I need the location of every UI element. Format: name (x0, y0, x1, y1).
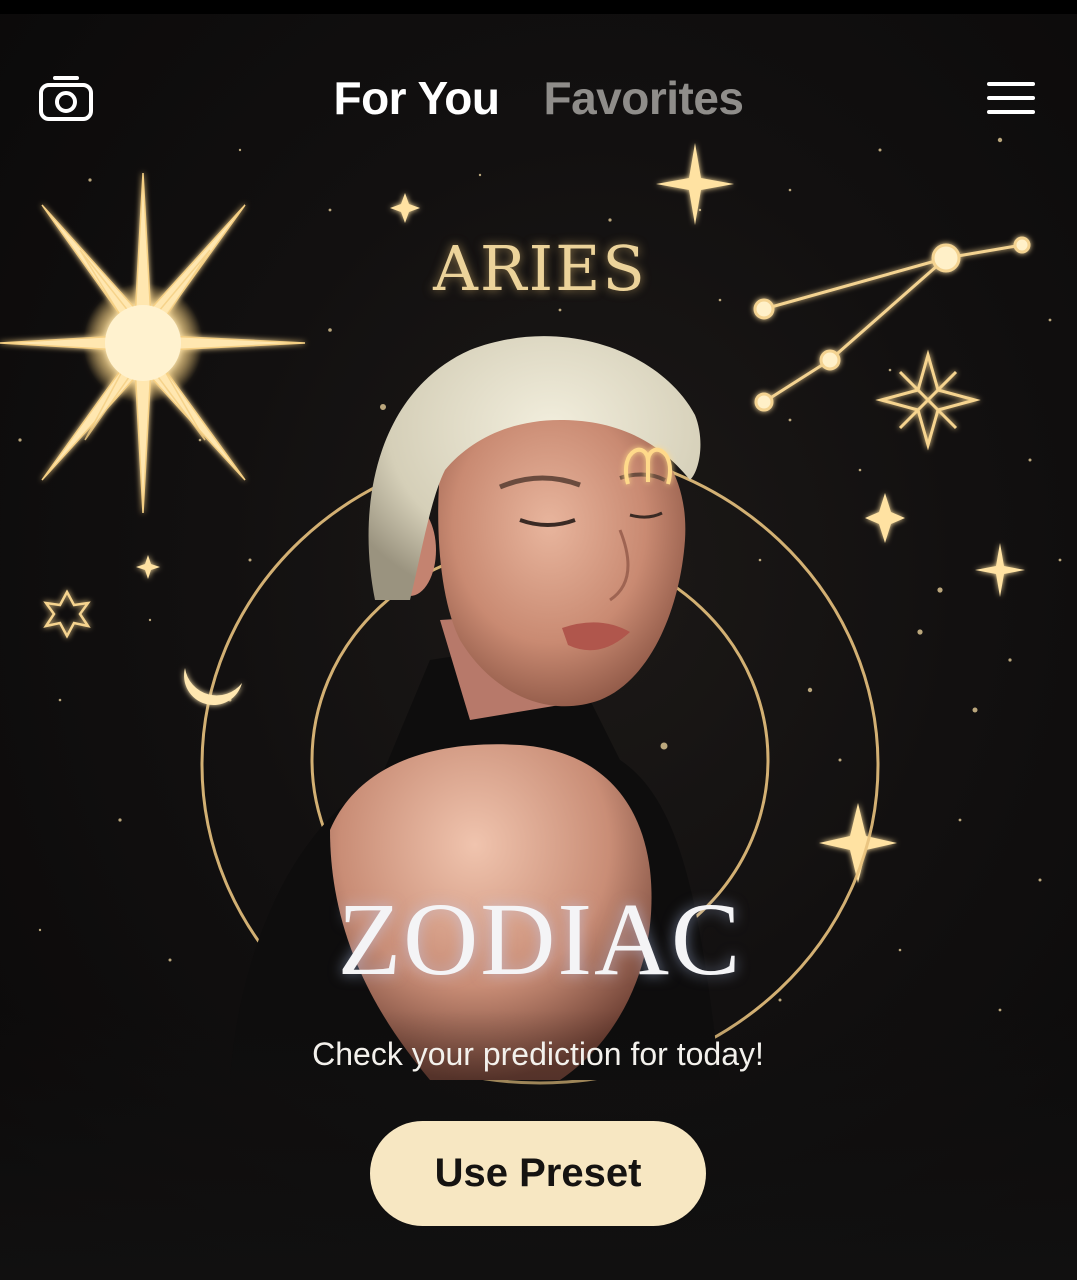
camera-icon (39, 76, 93, 121)
preset-headline: ZODIAC (337, 882, 743, 997)
aries-constellation (753, 236, 1031, 412)
outline-star-decoration (43, 589, 91, 639)
use-preset-button[interactable]: Use Preset (370, 1121, 706, 1226)
top-bar: For You Favorites (0, 60, 1077, 140)
status-bar-strip (0, 0, 1077, 14)
app-screen: For You Favorites ARIES ZODIAC Check you… (0, 0, 1077, 1280)
menu-button[interactable] (978, 70, 1044, 126)
tab-for-you[interactable]: For You (311, 71, 521, 125)
preset-subtitle: Check your prediction for today! (312, 1036, 764, 1072)
zodiac-preset-artwork[interactable] (0, 14, 1077, 1280)
eight-point-star-decoration (875, 349, 981, 451)
hamburger-menu-icon (987, 82, 1035, 114)
tab-bar: For You Favorites (0, 60, 1077, 140)
sun-burst-decoration (0, 172, 306, 514)
camera-button[interactable] (30, 68, 102, 130)
zodiac-sign-title: ARIES (433, 232, 647, 305)
tab-favorites[interactable]: Favorites (521, 71, 765, 125)
